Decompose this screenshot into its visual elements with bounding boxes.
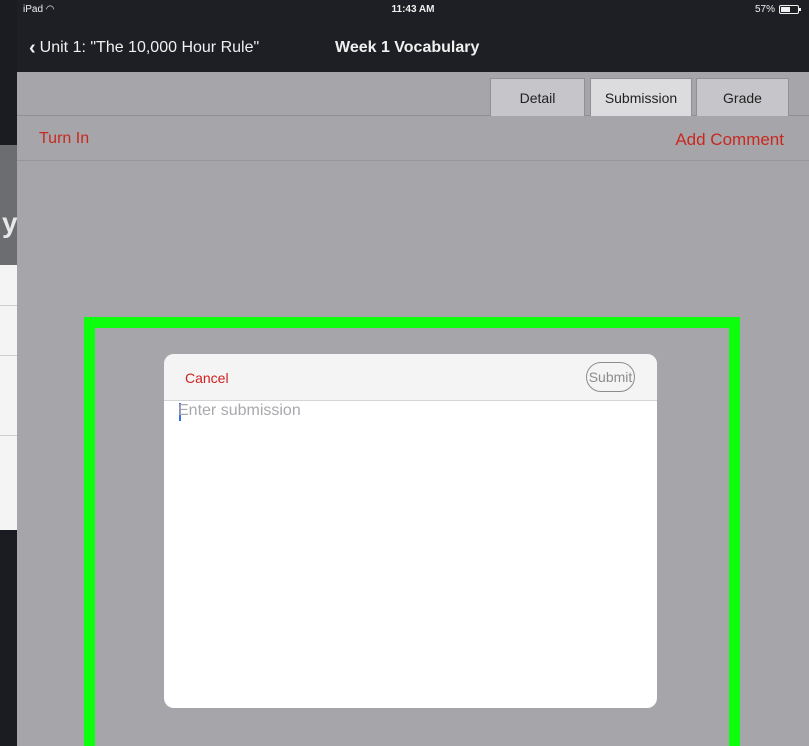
page-title: Week 1 Vocabulary	[335, 39, 480, 56]
battery-icon	[779, 5, 801, 14]
status-time: 11:43 AM	[391, 4, 435, 15]
submission-input[interactable]	[178, 402, 638, 692]
tab-bar: Detail Submission Grade	[17, 72, 809, 116]
turn-in-button[interactable]: Turn In	[39, 130, 89, 148]
tab-detail[interactable]: Detail	[490, 78, 585, 116]
submit-button[interactable]: Submit	[586, 362, 635, 392]
battery-fill	[781, 7, 790, 12]
cancel-button[interactable]: Cancel	[185, 370, 229, 386]
tab-grade[interactable]: Grade	[696, 78, 789, 116]
add-comment-button[interactable]: Add Comment	[675, 130, 784, 150]
back-button-label: Unit 1: "The 10,000 Hour Rule"	[39, 39, 260, 56]
submission-dialog: Cancel Submit	[164, 354, 657, 708]
action-bar: Turn In Add Comment	[17, 117, 809, 161]
back-button[interactable]: ‹ Unit 1: "The 10,000 Hour Rule"	[29, 37, 260, 59]
battery-percent: 57%	[754, 4, 775, 15]
battery-indicator: 57%	[754, 4, 801, 15]
ipad-screen: iPad ◠ 11:43 AM 57% ‹ Unit 1: "The 10,00…	[17, 0, 809, 746]
navigation-bar: ‹ Unit 1: "The 10,000 Hour Rule" Week 1 …	[17, 20, 809, 72]
status-bar: iPad ◠ 11:43 AM 57%	[17, 0, 809, 20]
dialog-header: Cancel Submit	[164, 354, 657, 401]
chevron-left-icon: ‹	[29, 37, 36, 59]
background-heading-glyph: y	[2, 207, 18, 238]
tab-submission[interactable]: Submission	[590, 78, 692, 116]
